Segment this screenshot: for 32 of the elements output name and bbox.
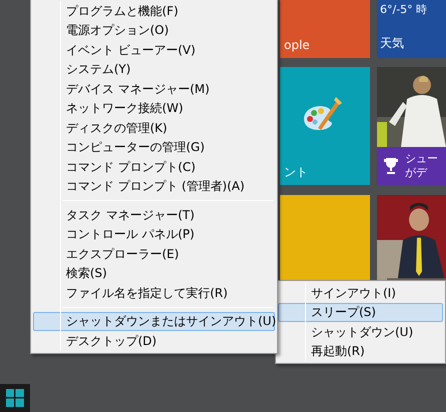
menu-item[interactable]: シャットダウンまたはサインアウト(U) (33, 312, 275, 331)
menu-item[interactable]: コマンド プロンプト(C) (33, 157, 275, 176)
tile[interactable]: ople (280, 0, 370, 58)
menu-item[interactable]: ファイル名を指定して実行(R) (33, 283, 275, 302)
tile-label: ople (284, 37, 310, 54)
menu-item[interactable]: デスクトップ(D) (33, 331, 275, 350)
tile[interactable]: 6°/-5° 時 天気 (377, 0, 446, 58)
menu-item[interactable]: サインアウト(I) (278, 283, 443, 302)
menu-item[interactable]: エクスプローラー(E) (33, 244, 275, 264)
menu-item[interactable]: タスク マネージャー(T) (33, 205, 275, 224)
menu-item[interactable]: コンピューターの管理(G) (33, 138, 275, 157)
menu-item[interactable]: ネットワーク接続(W) (33, 98, 275, 118)
tile-label: 天気 (380, 35, 404, 52)
menu-item[interactable]: コントロール パネル(P) (33, 224, 275, 244)
menu-item[interactable]: 検索(S) (33, 264, 275, 283)
menu-item[interactable]: システム(Y) (33, 60, 275, 79)
menu-item[interactable]: 再起動(R) (278, 342, 443, 361)
menu-item[interactable]: ディスクの管理(K) (33, 118, 275, 138)
menu-item[interactable]: スリープ(S) (278, 302, 443, 322)
weather-temperature: 6°/-5° 時 (380, 2, 428, 18)
menu-item[interactable]: シャットダウン(U) (278, 322, 443, 342)
tile-label: ント (284, 164, 308, 181)
windows-logo-icon (6, 389, 24, 407)
menu-item[interactable]: イベント ビューアー(V) (33, 40, 275, 60)
news-headline: シュー がデ (405, 152, 438, 180)
menu-item[interactable]: プログラムと機能(F) (33, 1, 275, 20)
trophy-icon (383, 157, 399, 175)
news-strip[interactable]: シュー がデ (377, 147, 446, 185)
menu-item[interactable]: 電源オプション(O) (33, 20, 275, 40)
menu-item[interactable]: デバイス マネージャー(M) (33, 79, 275, 98)
start-button[interactable] (0, 384, 30, 412)
menu-item[interactable]: コマンド プロンプト (管理者)(A) (33, 176, 275, 196)
